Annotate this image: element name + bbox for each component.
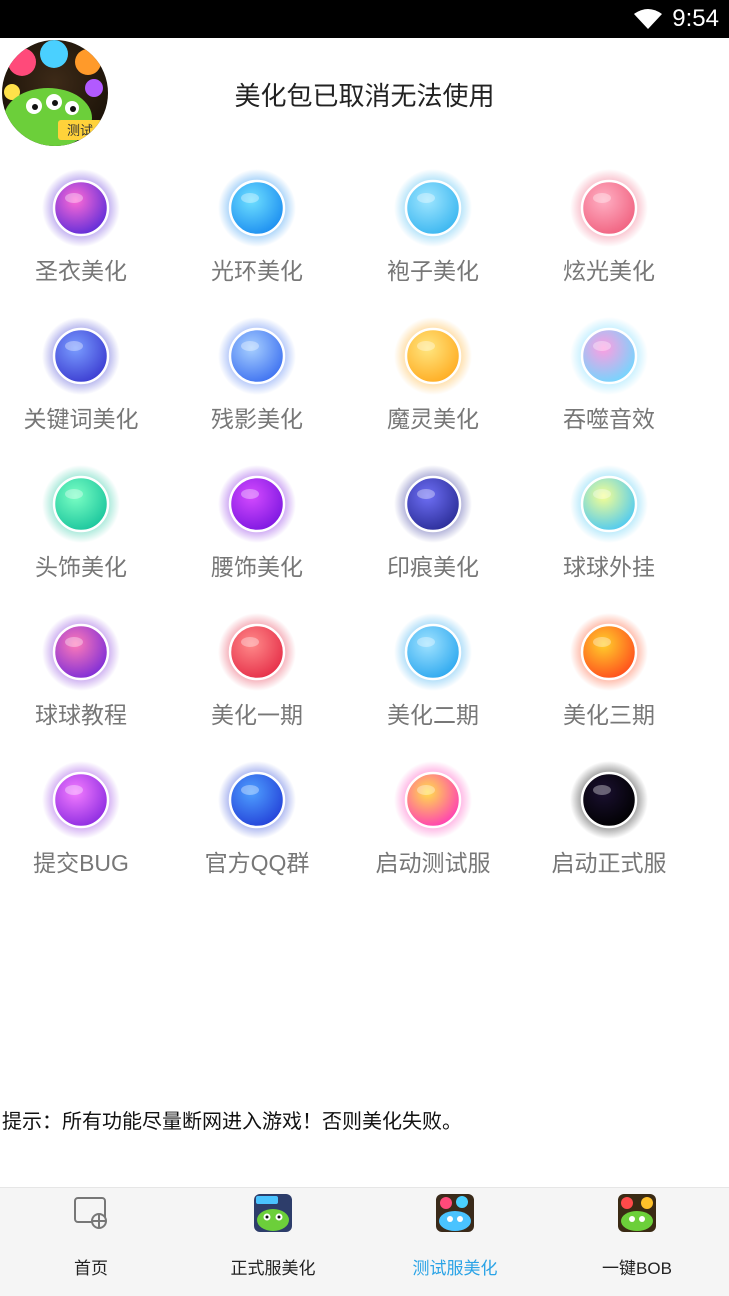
feature-item[interactable]: 魔灵美化 xyxy=(345,308,521,448)
feature-item[interactable]: 袍子美化 xyxy=(345,160,521,300)
bottom-tab-bar: 首页 正式服美化 测试服美化 一键BOB xyxy=(0,1187,729,1296)
feature-item-label: 腰饰美化 xyxy=(211,554,303,580)
feature-item[interactable]: 圣衣美化 xyxy=(0,160,169,300)
festive-ring-orb-icon xyxy=(393,168,473,248)
purple-galaxy-orb-icon xyxy=(41,168,121,248)
feature-item-label: 魔灵美化 xyxy=(387,406,479,432)
feature-item[interactable]: 光环美化 xyxy=(169,160,345,300)
feature-item[interactable]: 官方QQ群 xyxy=(169,752,345,892)
one-key-bob-icon xyxy=(618,1194,656,1232)
status-bar: 9:54 xyxy=(0,0,729,38)
feature-item-label: 圣衣美化 xyxy=(35,258,127,284)
feature-item[interactable]: 关键词美化 xyxy=(0,308,169,448)
feature-item-label: 美化二期 xyxy=(387,702,479,728)
status-time: 9:54 xyxy=(672,5,719,32)
feature-item-label: 头饰美化 xyxy=(35,554,127,580)
feature-item-label: 美化一期 xyxy=(211,702,303,728)
feature-item-label: 官方QQ群 xyxy=(204,850,310,876)
feature-item-label: 球球外挂 xyxy=(563,554,655,580)
feature-item[interactable]: 启动正式服 xyxy=(521,752,697,892)
golden-orb-icon xyxy=(393,316,473,396)
feature-item-label: 炫光美化 xyxy=(563,258,655,284)
magenta-orb-icon xyxy=(41,760,121,840)
feature-item[interactable]: 残影美化 xyxy=(169,308,345,448)
black-hole-orb-icon xyxy=(569,760,649,840)
pink-violet-orb-icon xyxy=(41,612,121,692)
rainbow-border-orb-icon xyxy=(569,316,649,396)
feature-item[interactable]: 腰饰美化 xyxy=(169,456,345,596)
tab-home[interactable]: 首页 xyxy=(0,1188,182,1296)
test-server-icon xyxy=(436,1194,474,1232)
feature-item-label: 提交BUG xyxy=(33,850,129,876)
flower-orb-icon xyxy=(569,168,649,248)
tab-test-server-label: 测试服美化 xyxy=(412,1259,498,1278)
tab-one-key-bob-label: 一键BOB xyxy=(602,1259,672,1278)
sky-orb-icon xyxy=(393,612,473,692)
feature-item-label: 球球教程 xyxy=(35,702,127,728)
feature-item-label: 关键词美化 xyxy=(23,406,139,432)
feature-item[interactable]: 美化一期 xyxy=(169,604,345,744)
feature-item[interactable]: 启动测试服 xyxy=(345,752,521,892)
page-title: 美化包已取消无法使用 xyxy=(234,81,495,111)
feature-item-label: 袍子美化 xyxy=(387,258,479,284)
keyword-orb-icon xyxy=(41,316,121,396)
sunburst-orb-icon xyxy=(393,760,473,840)
feature-item-label: 印痕美化 xyxy=(387,554,479,580)
feature-item-label: 启动正式服 xyxy=(551,850,667,876)
feature-item[interactable]: 提交BUG xyxy=(0,752,169,892)
orange-orb-icon xyxy=(569,612,649,692)
feature-item[interactable]: 印痕美化 xyxy=(345,456,521,596)
tab-home-label: 首页 xyxy=(74,1259,108,1278)
blue-orb-icon xyxy=(217,760,297,840)
feature-item[interactable]: 吞噬音效 xyxy=(521,308,697,448)
navy-orb-icon xyxy=(393,464,473,544)
tab-one-key-bob[interactable]: 一键BOB xyxy=(546,1188,728,1296)
feature-item-label: 吞噬音效 xyxy=(563,406,655,432)
feature-item[interactable]: 球球外挂 xyxy=(521,456,697,596)
feature-item-label: 美化三期 xyxy=(563,702,655,728)
red-orb-icon xyxy=(217,612,297,692)
app-header: 测试 美化包已取消无法使用 xyxy=(0,38,729,148)
cyan-halo-orb-icon xyxy=(217,168,297,248)
lemon-orb-icon xyxy=(569,464,649,544)
green-orb-icon xyxy=(41,464,121,544)
feature-item[interactable]: 头饰美化 xyxy=(0,456,169,596)
official-server-icon xyxy=(254,1194,292,1232)
tab-official-server-label: 正式服美化 xyxy=(230,1259,316,1278)
tab-official-server[interactable]: 正式服美化 xyxy=(182,1188,364,1296)
wifi-icon xyxy=(633,8,663,30)
home-screen-icon xyxy=(72,1194,110,1232)
feature-item-label: 启动测试服 xyxy=(375,850,491,876)
tip-text: 提示：所有功能尽量断网进入游戏！否则美化失败。 xyxy=(2,1111,462,1133)
feature-item-label: 光环美化 xyxy=(211,258,303,284)
feature-item[interactable]: 炫光美化 xyxy=(521,160,697,300)
feature-item-label: 残影美化 xyxy=(211,406,303,432)
feature-item[interactable]: 美化三期 xyxy=(521,604,697,744)
violet-orb-icon xyxy=(217,464,297,544)
feature-item[interactable]: 美化二期 xyxy=(345,604,521,744)
logo-text: 测试 xyxy=(67,124,93,139)
afterimage-orb-icon xyxy=(217,316,297,396)
tab-test-server[interactable]: 测试服美化 xyxy=(364,1188,546,1296)
feature-item[interactable]: 球球教程 xyxy=(0,604,169,744)
